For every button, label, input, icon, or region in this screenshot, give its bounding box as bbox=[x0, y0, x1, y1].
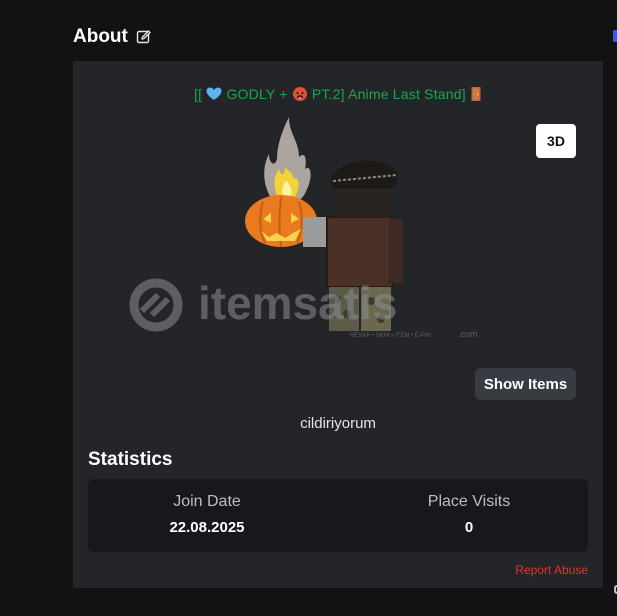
show-items-button[interactable]: Show Items bbox=[475, 368, 576, 400]
watermark-tagline: HESAP • SKIN • ITEM • E-PIN bbox=[350, 333, 431, 339]
stat-join-date: Join Date 22.08.2025 bbox=[107, 493, 307, 536]
statistics-title: Statistics bbox=[88, 449, 173, 470]
itemsatis-watermark-logo: itemsatis HESAP • SKIN • ITEM • E-PIN .c… bbox=[129, 277, 478, 339]
username: cildiriyorum bbox=[300, 415, 376, 432]
about-header: About bbox=[73, 26, 152, 48]
edge-accent-top bbox=[613, 30, 617, 42]
stat-value: 0 bbox=[464, 519, 474, 536]
watermark-suffix: .com bbox=[458, 329, 478, 339]
stat-value: 22.08.2025 bbox=[169, 519, 245, 536]
watermark-brand: itemsatis bbox=[198, 277, 397, 329]
status-part2: PT.2] Anime Last Stand] bbox=[311, 86, 466, 103]
view-3d-button[interactable]: 3D bbox=[536, 124, 576, 158]
stat-label: Place Visits bbox=[427, 493, 511, 510]
status-prefix: [[ bbox=[194, 86, 203, 103]
statistics-box: Join Date 22.08.2025 Place Visits 0 bbox=[88, 479, 588, 552]
about-card: [[ GODLY + PT.2] Anime Last Stand] 3D it… bbox=[73, 61, 603, 588]
hot-face-icon bbox=[292, 86, 308, 105]
about-title: About bbox=[73, 26, 128, 47]
profile-status: [[ GODLY + PT.2] Anime Last Stand] bbox=[73, 86, 603, 105]
stat-label: Join Date bbox=[173, 493, 241, 510]
edit-pencil-icon[interactable] bbox=[136, 29, 152, 45]
blue-heart-icon bbox=[206, 87, 222, 104]
status-part1: GODLY + bbox=[226, 86, 288, 103]
stat-place-visits: Place Visits 0 bbox=[369, 493, 569, 536]
door-icon bbox=[470, 86, 482, 105]
report-abuse-link[interactable]: Report Abuse bbox=[515, 563, 588, 577]
